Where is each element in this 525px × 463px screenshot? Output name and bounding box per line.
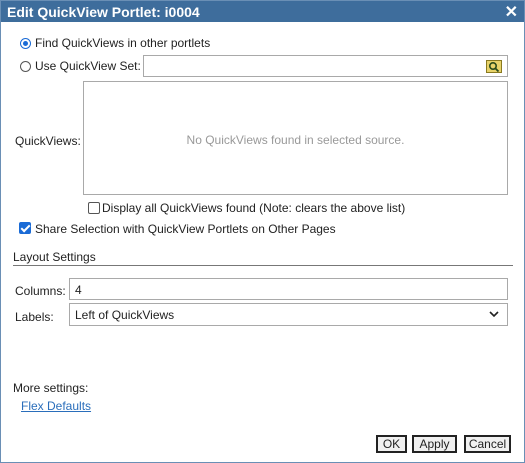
chevron-down-icon: [489, 311, 499, 318]
labels-select-value: Left of QuickViews: [75, 308, 175, 322]
columns-label: Columns:: [15, 284, 66, 298]
dialog-titlebar: Edit QuickView Portlet: i0004 ✕: [1, 1, 524, 22]
use-quickview-set-radio[interactable]: [20, 61, 31, 72]
dialog-title: Edit QuickView Portlet: i0004: [7, 4, 200, 20]
labels-label: Labels:: [15, 310, 54, 324]
share-selection-label[interactable]: Share Selection with QuickView Portlets …: [35, 222, 336, 236]
quickviews-empty-message: No QuickViews found in selected source.: [186, 133, 405, 147]
close-icon[interactable]: ✕: [505, 2, 518, 22]
layout-settings-heading: Layout Settings: [13, 250, 96, 264]
use-quickview-set-label[interactable]: Use QuickView Set:: [35, 59, 141, 73]
quickview-set-input[interactable]: [143, 55, 508, 77]
folder-search-icon[interactable]: [486, 58, 502, 74]
edit-quickview-dialog: Edit QuickView Portlet: i0004 ✕ Find Qui…: [0, 0, 525, 463]
display-all-label[interactable]: Display all QuickViews found (Note: clea…: [102, 201, 405, 215]
columns-input[interactable]: 4: [69, 278, 508, 300]
find-quickviews-radio[interactable]: [20, 38, 31, 49]
layout-settings-divider: [13, 265, 513, 266]
quickviews-label: QuickViews:: [15, 134, 81, 148]
display-all-checkbox[interactable]: [88, 202, 100, 214]
columns-value: 4: [75, 283, 82, 297]
find-quickviews-label[interactable]: Find QuickViews in other portlets: [35, 36, 210, 50]
cancel-button[interactable]: Cancel: [464, 435, 511, 453]
more-settings-heading: More settings:: [13, 381, 89, 395]
labels-select[interactable]: Left of QuickViews: [69, 303, 508, 326]
apply-button[interactable]: Apply: [412, 435, 457, 453]
quickviews-listbox[interactable]: No QuickViews found in selected source.: [83, 81, 508, 195]
share-selection-checkbox[interactable]: [19, 222, 31, 234]
ok-button[interactable]: OK: [376, 435, 407, 453]
flex-defaults-link[interactable]: Flex Defaults: [21, 399, 91, 413]
